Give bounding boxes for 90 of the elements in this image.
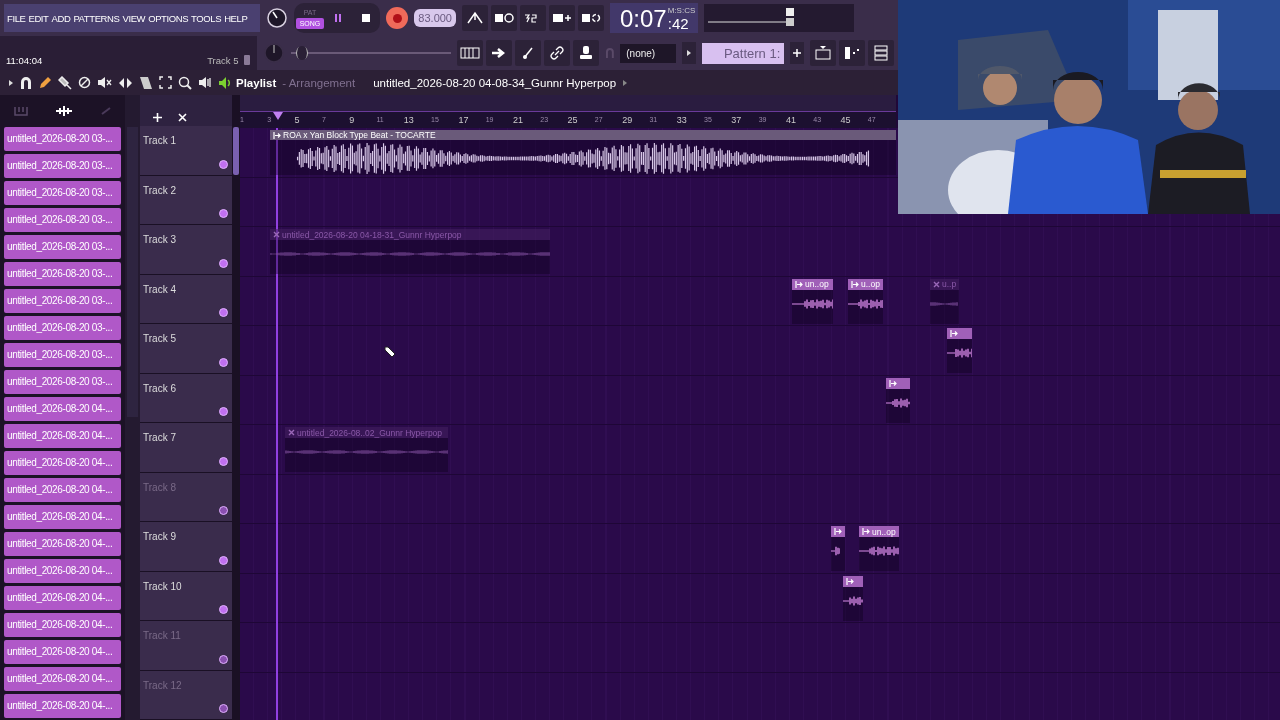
clip-label: un..op (872, 526, 896, 537)
clip-label: u..p (942, 279, 957, 289)
browser-item[interactable]: untitled_2026-08-20 03-... (4, 343, 121, 367)
audio-clip[interactable]: untitled_2026-08-20 04-18-31_Gunnr Hyperpop (270, 229, 550, 274)
window-title: Playlist (236, 76, 277, 89)
audio-clip[interactable]: u..op (848, 278, 883, 324)
track-name: Track 3 (143, 234, 176, 245)
clip-label: u..op (861, 279, 880, 289)
bar-number: 41 (785, 114, 796, 127)
bar-number: 29 (622, 114, 633, 127)
browser-item[interactable]: untitled_2026-08-20 03-... (4, 316, 121, 340)
browser-item[interactable]: untitled_2026-08-20 03-... (4, 127, 121, 151)
track-header[interactable]: Track 3 (140, 225, 232, 275)
track-name: Track 9 (143, 531, 176, 542)
track-header[interactable]: Track 1 (140, 126, 232, 176)
bar-number: 37 (731, 114, 742, 127)
browser-item[interactable]: untitled_2026-08-20 03-... (4, 208, 121, 232)
browser-item[interactable]: untitled_2026-08-20 04-... (4, 532, 121, 556)
browser-item[interactable]: untitled_2026-08-20 04-... (4, 478, 121, 502)
audio-clip[interactable]: un..op (859, 526, 899, 571)
track-header[interactable]: Track 11 (140, 621, 232, 671)
browser-item[interactable]: untitled_2026-08-20 03-... (4, 370, 121, 394)
hint-text: Track 5 (207, 55, 239, 66)
menu-item[interactable]: TOOLS (191, 12, 222, 24)
menu-item[interactable]: VIEW (122, 12, 146, 24)
menu-item[interactable]: FILE (7, 12, 26, 24)
audio-clip[interactable]: untitled_2026-08..02_Gunnr Hyperpop (285, 427, 448, 472)
pattern-selector[interactable]: Pattern 1: (702, 42, 785, 64)
clock-time: 0:07 (620, 5, 667, 33)
track-name: Track 8 (143, 481, 176, 493)
track-header[interactable]: Track 8 (140, 472, 232, 522)
browser-item[interactable]: untitled_2026-08-20 04-... (4, 667, 121, 691)
browser-item[interactable]: untitled_2026-08-20 04-... (4, 451, 121, 475)
browser-item[interactable]: untitled_2026-08-20 04-... (4, 559, 121, 583)
view-name: - Arrangement (282, 76, 356, 89)
track-name: Track 10 (143, 580, 182, 592)
audio-clip[interactable]: ROA x Yan Block Type Beat - TOCARTE (270, 130, 896, 175)
bar-number: 33 (676, 114, 687, 127)
bar-number: 9 (349, 114, 355, 127)
menu-item[interactable]: EDIT (28, 12, 49, 24)
clip-label: un..op (805, 279, 829, 289)
browser-item[interactable]: untitled_2026-08-20 04-... (4, 613, 121, 637)
browser-item[interactable]: untitled_2026-08-20 04-... (4, 397, 121, 421)
track-header[interactable]: Track 7 (140, 423, 232, 473)
bar-number: 21 (512, 114, 523, 127)
clip-label: untitled_2026-08..02_Gunnr Hyperpop (297, 427, 443, 438)
browser-item[interactable]: untitled_2026-08-20 04-... (4, 586, 121, 610)
browser-item[interactable]: untitled_2026-08-20 04-... (4, 505, 121, 529)
track-name: Track 7 (143, 432, 176, 443)
track-header[interactable]: Track 5 (140, 324, 232, 374)
track-header[interactable]: Track 9 (140, 522, 232, 572)
track-header[interactable]: Track 12 (140, 670, 232, 720)
audio-clip[interactable]: u..p (930, 278, 960, 324)
browser-item[interactable]: untitled_2026-08-20 03-... (4, 181, 121, 205)
browser-item[interactable]: untitled_2026-08-20 04-... (4, 424, 121, 448)
menu-item[interactable]: OPTIONS (148, 12, 189, 24)
bar-number: 13 (403, 114, 414, 127)
channel-dropdown[interactable]: (none) (620, 43, 677, 63)
hint-time: 11:04:04 (6, 55, 44, 66)
menu-item[interactable]: PATTERNS (73, 12, 120, 24)
track-name: Track 2 (143, 184, 176, 196)
track-header[interactable]: Track 10 (140, 571, 232, 621)
project-name: untitled_2026-08-20 04-08-34_Gunnr Hyperpop (373, 76, 617, 89)
track-name: Track 4 (143, 283, 176, 295)
browser-item[interactable]: untitled_2026-08-20 03-... (4, 289, 121, 313)
bar-number: 45 (840, 114, 851, 127)
browser-item[interactable]: untitled_2026-08-20 04-... (4, 694, 121, 718)
clip-label: untitled_2026-08-20 04-18-31_Gunnr Hyperpop (282, 229, 462, 240)
track-name: Track 11 (143, 630, 181, 641)
browser-item[interactable]: untitled_2026-08-20 03-... (4, 235, 121, 259)
clip-label: ROA x Yan Block Type Beat - TOCARTE (283, 130, 436, 141)
bar-number: 5 (294, 114, 300, 127)
bar-number: 17 (458, 114, 469, 127)
browser-item[interactable]: untitled_2026-08-20 04-... (4, 640, 121, 664)
menu-item[interactable]: ADD (51, 12, 71, 24)
track-name: Track 1 (143, 135, 176, 146)
track-header[interactable]: Track 4 (140, 274, 232, 324)
bar-number: 25 (567, 114, 578, 127)
clock-fraction: :42 (667, 15, 689, 33)
track-header[interactable]: Track 2 (140, 175, 232, 225)
track-name: Track 5 (143, 333, 176, 344)
track-header[interactable]: Track 6 (140, 373, 232, 423)
menu-item[interactable]: HELP (224, 12, 248, 24)
clock-units: M:S:CS (667, 6, 696, 15)
audio-clip[interactable]: un..op (792, 278, 833, 324)
browser-item[interactable]: untitled_2026-08-20 03-... (4, 154, 121, 178)
track-name: Track 12 (143, 679, 182, 691)
track-name: Track 6 (143, 382, 176, 394)
tempo-display[interactable]: 83.000 (414, 9, 456, 27)
browser-item[interactable]: untitled_2026-08-20 03-... (4, 262, 121, 286)
